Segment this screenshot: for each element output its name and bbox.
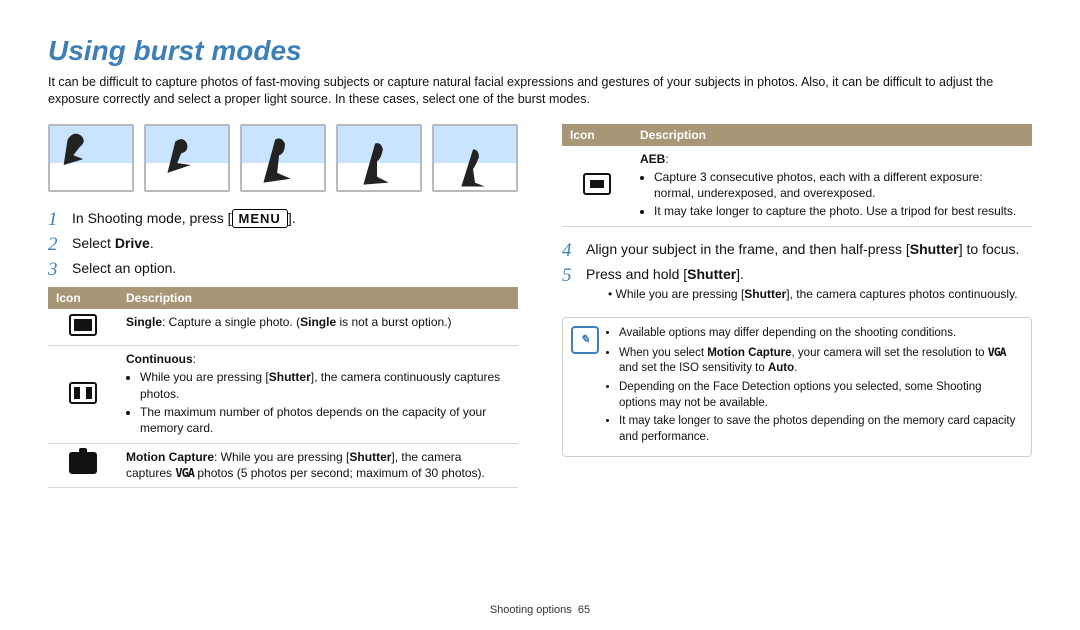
options-table-right: Icon Description AEB: Capture 3 consecut… [562,124,1032,228]
step-text: ]. [288,210,296,226]
left-column: In Shooting mode, press [MENU]. Select D… [48,118,518,488]
burst-illustration [48,124,518,192]
single-icon [69,314,97,336]
illustration-frame [144,124,230,192]
illustration-frame [432,124,518,192]
step-text: Select [72,235,115,251]
info-item: When you select Motion Capture, your cam… [619,345,1021,377]
th-icon: Icon [48,287,118,309]
step-text: In Shooting mode, press [ [72,210,232,226]
continuous-icon [69,382,97,404]
menu-button-glyph: MENU [232,209,288,229]
info-item: Depending on the Face Detection options … [619,380,1021,411]
step-5: Press and hold [Shutter]. While you are … [562,262,1032,305]
option-bold: Shutter [349,450,391,464]
table-row: AEB: Capture 3 consecutive photos, each … [562,146,1032,227]
footer-page-number: 65 [578,604,590,616]
table-row: Single: Capture a single photo. (Single … [48,309,518,346]
th-icon: Icon [562,124,632,146]
table-row: Continuous: While you are pressing [Shut… [48,346,518,444]
option-title: Single [126,315,162,329]
option-text: : Capture a single photo. ( [162,315,300,329]
steps-left: In Shooting mode, press [MENU]. Select D… [48,206,518,281]
option-text: photos (5 photos per second; maximum of … [194,466,485,480]
info-item: Available options may differ depending o… [619,326,1021,342]
step-text: ] to focus. [959,241,1020,257]
step-2: Select Drive. [48,231,518,256]
step-sub: While you are pressing [Shutter], the ca… [586,284,1032,302]
option-text: : While you are pressing [ [214,450,349,464]
illustration-frame [48,124,134,192]
step-3: Select an option. [48,256,518,281]
step-text: Align your subject in the frame, and the… [586,241,910,257]
option-bold: Single [300,315,336,329]
step-text: ]. [736,266,744,282]
illustration-frame [240,124,326,192]
option-title: Motion Capture [126,450,214,464]
step-bold: Shutter [687,266,736,282]
intro-text: It can be difficult to capture photos of… [48,74,1032,108]
footer-section: Shooting options [490,604,572,616]
option-text: : [193,352,196,366]
step-text: Press and hold [ [586,266,687,282]
motion-capture-icon [69,452,97,474]
option-bullet: The maximum number of photos depends on … [140,404,510,436]
option-text: : [665,152,668,166]
info-item: It may take longer to save the photos de… [619,414,1021,445]
page-footer: Shooting options 65 [0,603,1080,618]
options-table-left: Icon Description Single: Capture a singl… [48,287,518,488]
th-desc: Description [118,287,518,309]
step-bold: Shutter [910,241,959,257]
steps-right: Align your subject in the frame, and the… [562,237,1032,305]
option-title: Continuous [126,352,193,366]
vga-glyph: VGA [175,466,194,480]
page-title: Using burst modes [48,32,1032,70]
step-1: In Shooting mode, press [MENU]. [48,206,518,232]
option-text: is not a burst option.) [336,315,451,329]
step-4: Align your subject in the frame, and the… [562,237,1032,262]
info-icon: ✎ [571,326,599,354]
info-box: ✎ Available options may differ depending… [562,317,1032,457]
option-title: AEB [640,152,665,166]
table-row: Motion Capture: While you are pressing [… [48,444,518,487]
step-bold: Drive [115,235,150,251]
option-bullet: It may take longer to capture the photo.… [654,203,1024,219]
step-text: . [150,235,154,251]
th-desc: Description [632,124,1032,146]
option-bullet: Capture 3 consecutive photos, each with … [654,169,1024,201]
right-column: Icon Description AEB: Capture 3 consecut… [562,118,1032,488]
illustration-frame [336,124,422,192]
manual-page: Using burst modes It can be difficult to… [0,0,1080,630]
option-bullet: While you are pressing [Shutter], the ca… [140,369,510,401]
aeb-icon [583,173,611,195]
